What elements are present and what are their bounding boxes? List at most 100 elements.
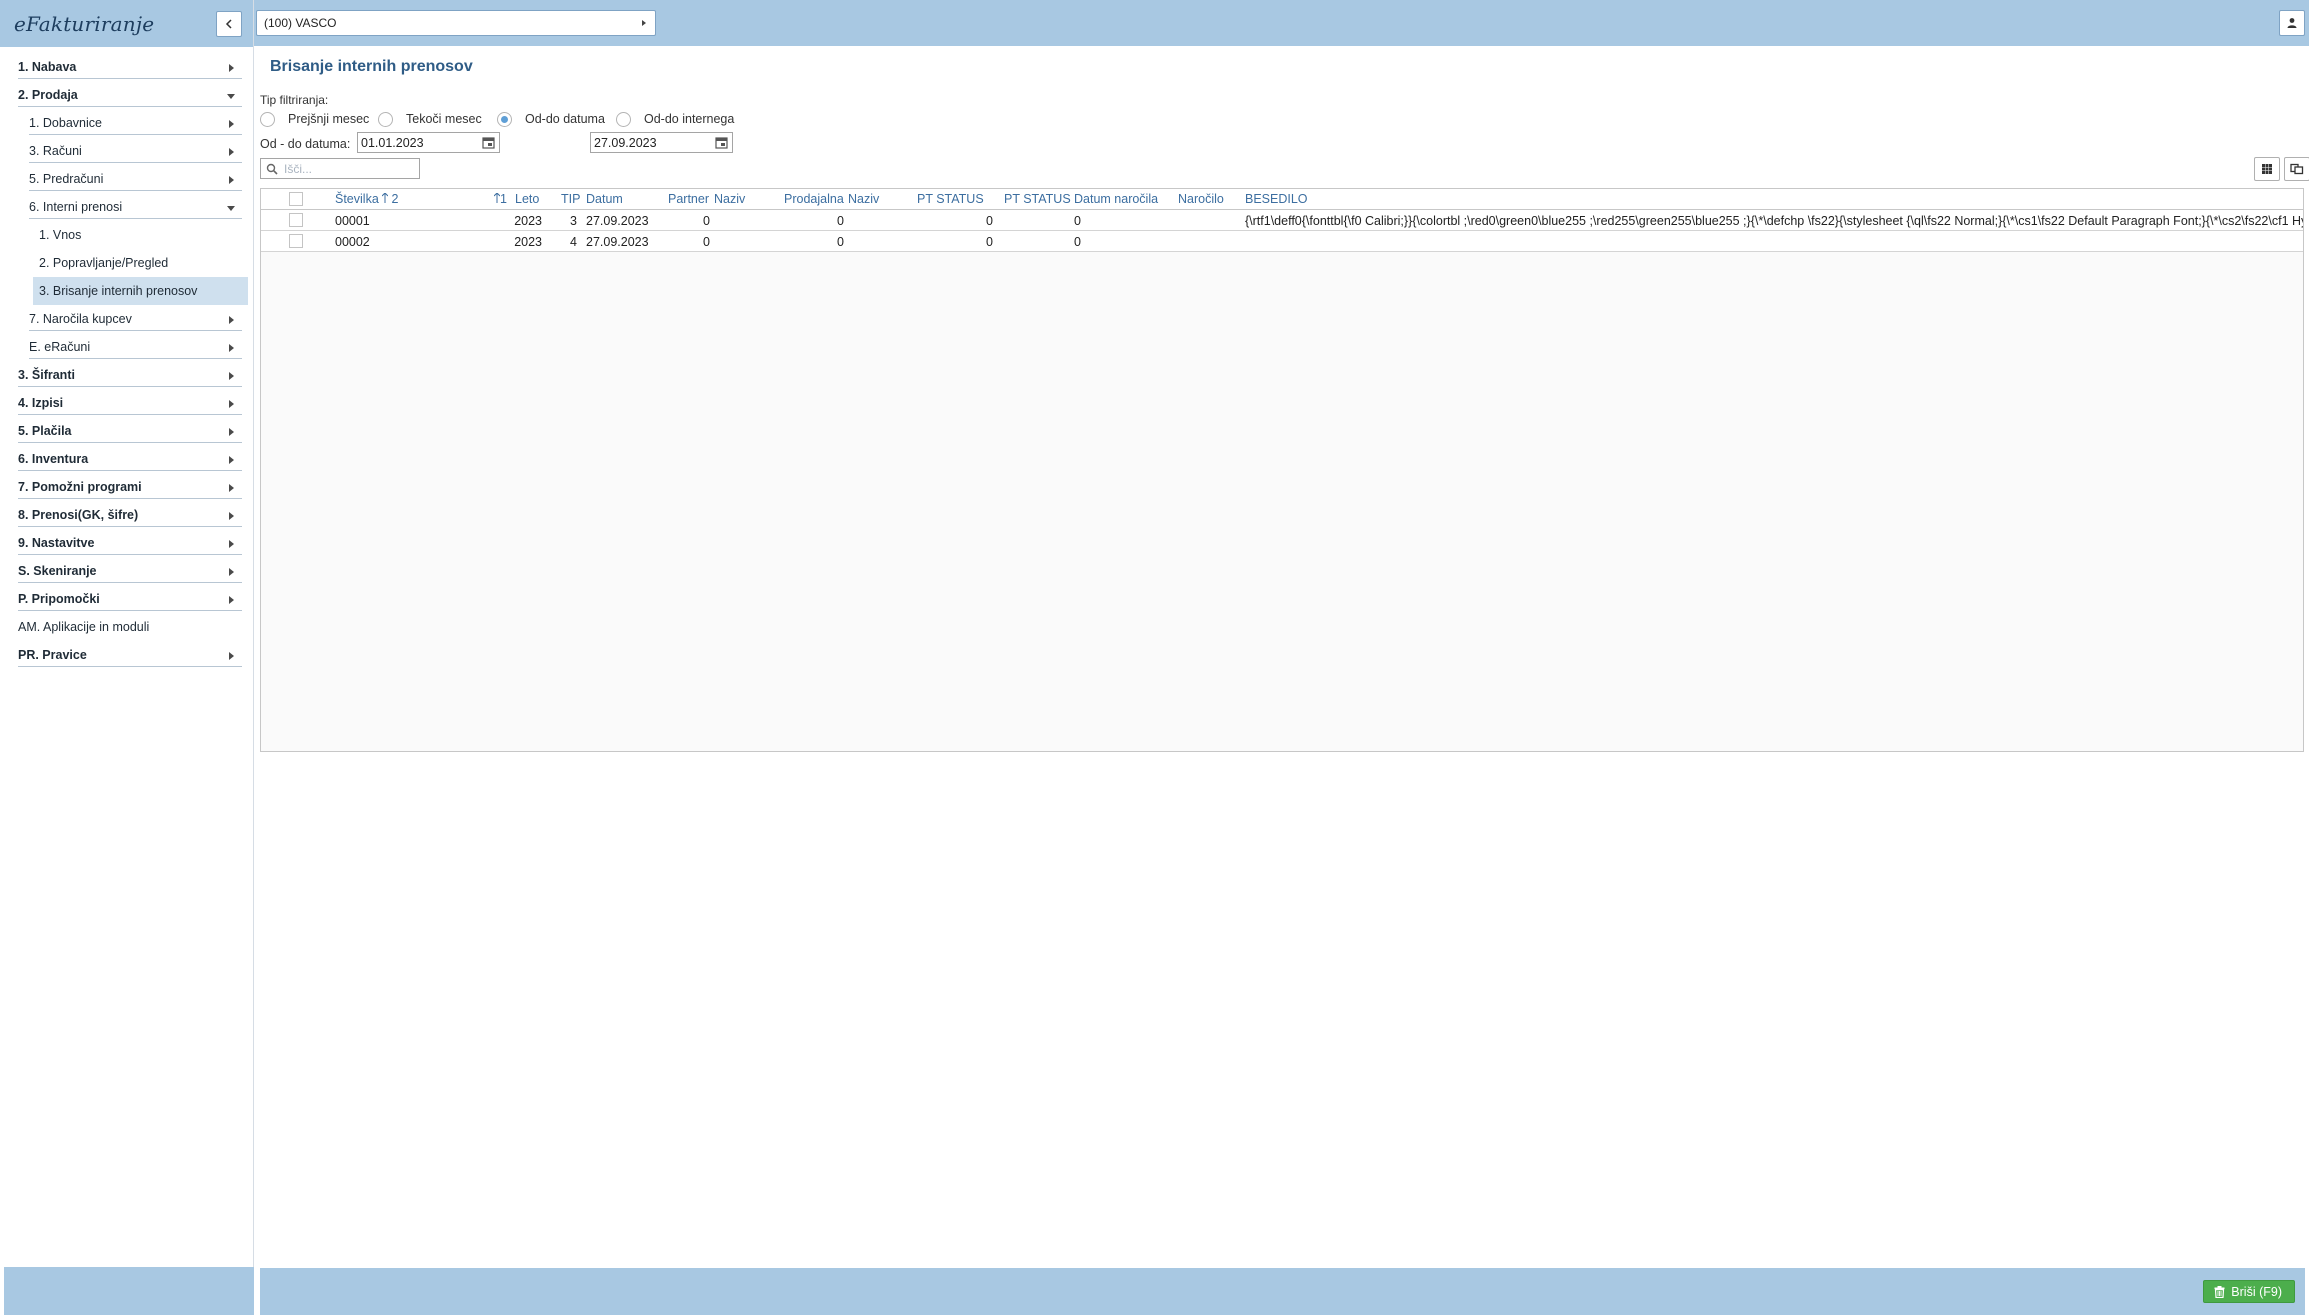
caret-down-icon <box>227 206 235 211</box>
sidebar-item[interactable]: 7. Naročila kupcev <box>0 305 253 333</box>
col-label: Številka <box>335 192 379 206</box>
sidebar-item-label: 2. Popravljanje/Pregled <box>39 256 169 270</box>
sidebar-item[interactable]: AM. Aplikacije in moduli <box>0 613 253 641</box>
col-header-datum-narocila[interactable]: Datum naročila <box>1074 192 1158 206</box>
sidebar-menu: 1. Nabava 2. Prodaja 1. Dobavnice 3. Računi… <box>0 47 253 669</box>
col-header-narocilo[interactable]: Naročilo <box>1178 192 1224 206</box>
caret-right-icon <box>642 20 646 26</box>
sidebar-item-label: 1. Vnos <box>39 228 82 242</box>
search-input[interactable] <box>284 161 414 176</box>
sidebar-item[interactable]: S. Skeniranje <box>0 557 253 585</box>
cell-datum: 27.09.2023 <box>586 214 649 228</box>
caret-right-icon <box>229 120 234 128</box>
grid-layout-button[interactable] <box>2254 157 2280 181</box>
sidebar-item[interactable]: 3. Brisanje internih prenosov <box>33 277 248 305</box>
divider <box>18 498 242 499</box>
sidebar-item[interactable]: 4. Izpisi <box>0 389 253 417</box>
row-checkbox[interactable] <box>289 234 303 248</box>
row-checkbox[interactable] <box>289 213 303 227</box>
sidebar-item[interactable]: 2. Prodaja <box>0 81 253 109</box>
col-header-naziv[interactable]: Naziv <box>714 192 745 206</box>
date-from-field[interactable]: 01.01.2023 <box>357 132 500 153</box>
col-header-besedilo[interactable]: BESEDILO <box>1245 192 1308 206</box>
divider <box>18 470 242 471</box>
divider <box>18 78 242 79</box>
caret-right-icon <box>229 512 234 520</box>
table-row[interactable]: 00002 2023 4 27.09.2023 0 0 0 0 <box>261 231 2303 252</box>
sidebar-item[interactable]: 6. Interni prenosi <box>0 193 253 221</box>
sidebar-item[interactable]: P. Pripomočki <box>0 585 253 613</box>
col-header-partner[interactable]: Partner <box>668 192 709 206</box>
radio-label: Od-do datuma <box>525 112 605 126</box>
caret-right-icon <box>229 568 234 576</box>
sidebar-item[interactable]: 1. Dobavnice <box>0 109 253 137</box>
divider <box>18 414 242 415</box>
cell-leto: 2023 <box>514 235 542 249</box>
sidebar-item[interactable]: PR. Pravice <box>0 641 253 669</box>
col-header-pt-status[interactable]: PT STATUS <box>917 192 984 206</box>
radio-label: Tekoči mesec <box>406 112 482 126</box>
radio-dot[interactable] <box>260 111 275 127</box>
sidebar-item[interactable]: 2. Popravljanje/Pregled <box>0 249 253 277</box>
select-all-checkbox[interactable] <box>289 192 303 206</box>
sidebar-item[interactable]: 1. Vnos <box>0 221 253 249</box>
sidebar-item[interactable]: 3. Šifranti <box>0 361 253 389</box>
sidebar-item[interactable]: 7. Pomožni programi <box>0 473 253 501</box>
sidebar-item[interactable]: E. eRačuni <box>0 333 253 361</box>
user-icon <box>2287 18 2297 28</box>
col-header-stevilka[interactable]: Številka <box>335 192 379 206</box>
divider <box>29 162 242 163</box>
search-box[interactable] <box>260 158 420 179</box>
company-select-value: (100) VASCO <box>264 16 337 30</box>
caret-right-icon <box>229 540 234 548</box>
divider <box>18 386 242 387</box>
sidebar-item-label: 1. Dobavnice <box>29 116 102 130</box>
caret-right-icon <box>229 316 234 324</box>
sidebar-item[interactable]: 3. Računi <box>0 137 253 165</box>
col-header-tip[interactable]: TIP <box>561 192 580 206</box>
delete-button[interactable]: Briši (F9) <box>2203 1280 2295 1303</box>
sidebar-item[interactable]: 8. Prenosi(GK, šifre) <box>0 501 253 529</box>
col-header-datum[interactable]: Datum <box>586 192 623 206</box>
radio-previous-month[interactable]: Prejšnji mesec <box>260 110 369 128</box>
sidebar-item-label: 5. Predračuni <box>29 172 104 186</box>
col-header-naziv-2[interactable]: Naziv <box>848 192 879 206</box>
col-header-prodajalna[interactable]: Prodajalna <box>784 192 844 206</box>
radio-dot[interactable] <box>378 111 393 127</box>
sort-asc-icon[interactable]: 1 <box>493 192 507 206</box>
divider <box>18 106 242 107</box>
user-button[interactable] <box>2279 10 2305 36</box>
radio-dot[interactable] <box>616 111 631 127</box>
sidebar-item[interactable]: 9. Nastavitve <box>0 529 253 557</box>
sidebar-item[interactable]: 1. Nabava <box>0 53 253 81</box>
collapse-sidebar-button[interactable] <box>216 11 242 37</box>
col-header-pt-status-2[interactable]: PT STATUS <box>1004 192 1071 206</box>
divider <box>18 526 242 527</box>
radio-dot[interactable] <box>497 111 512 127</box>
cell-pt-status: 0 <box>986 235 993 249</box>
calendar-icon[interactable] <box>715 136 728 149</box>
cell-leto: 2023 <box>514 214 542 228</box>
caret-right-icon <box>229 484 234 492</box>
sidebar-item-label: AM. Aplikacije in moduli <box>18 620 150 634</box>
sidebar-item[interactable]: 6. Inventura <box>0 445 253 473</box>
caret-right-icon <box>229 428 234 436</box>
date-range-label: Od - do datuma: <box>260 137 351 151</box>
radio-current-month[interactable]: Tekoči mesec <box>378 110 482 128</box>
sidebar-item-label: 6. Inventura <box>18 452 89 466</box>
date-to-field[interactable]: 27.09.2023 <box>590 132 733 153</box>
sidebar-item-label: S. Skeniranje <box>18 564 97 578</box>
table-row[interactable]: 00001 2023 3 27.09.2023 0 0 0 0 {\rtf1\d… <box>261 210 2303 231</box>
company-select[interactable]: (100) VASCO <box>256 10 656 36</box>
sidebar-item[interactable]: 5. Plačila <box>0 417 253 445</box>
sidebar-footer <box>4 1267 254 1315</box>
cell-pt-status-2: 0 <box>1074 235 1081 249</box>
col-header-leto[interactable]: Leto <box>515 192 539 206</box>
radio-label: Od-do internega <box>644 112 735 126</box>
sidebar-item[interactable]: 5. Predračuni <box>0 165 253 193</box>
export-button[interactable] <box>2284 157 2309 181</box>
radio-date-range[interactable]: Od-do datuma <box>497 110 605 128</box>
calendar-icon[interactable] <box>482 136 495 149</box>
radio-internal-range[interactable]: Od-do internega <box>616 110 734 128</box>
sort-asc-icon[interactable]: 2 <box>381 192 398 206</box>
